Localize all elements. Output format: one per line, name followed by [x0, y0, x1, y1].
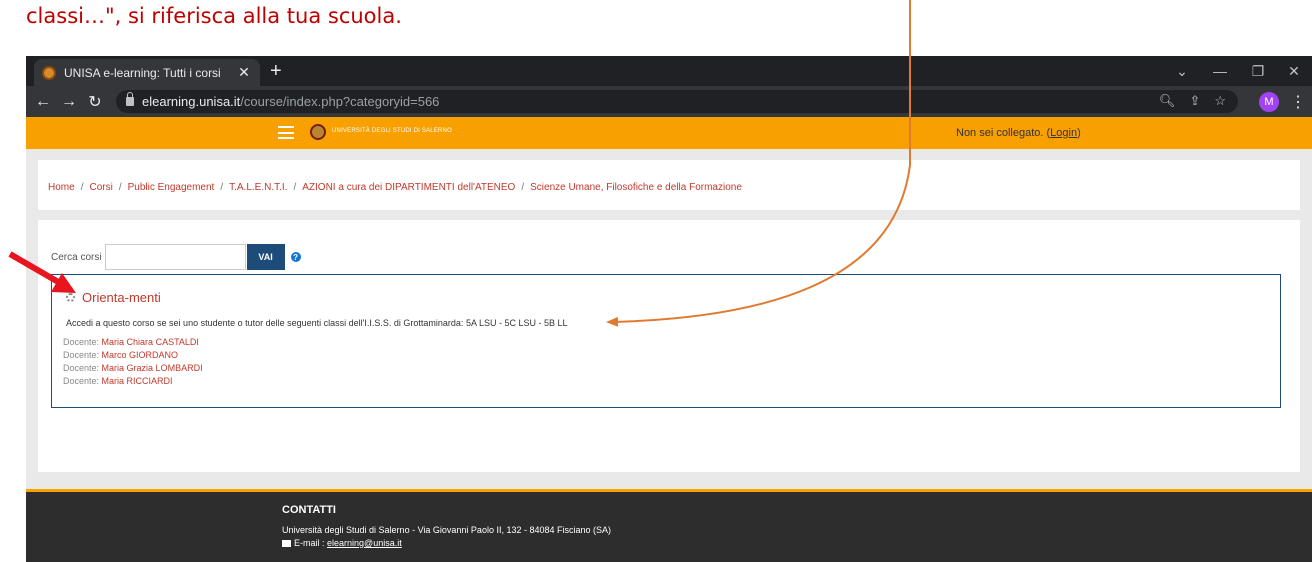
unisa-favicon-icon: [42, 65, 56, 80]
teacher-role: Docente:: [63, 350, 100, 360]
teacher-list: Docente: Maria Chiara CASTALDI Docente: …: [63, 336, 203, 388]
restore-icon[interactable]: ❐: [1240, 56, 1276, 86]
footer-email: E-mail : elearning@unisa.it: [282, 538, 402, 548]
browser-menu-icon[interactable]: ⋮: [1290, 92, 1306, 112]
email-label: E-mail :: [294, 538, 325, 548]
course-summary: Accedi a questo corso se sei uno student…: [66, 318, 568, 328]
breadcrumb-public-engagement[interactable]: Public Engagement: [128, 182, 215, 193]
teacher-item: Docente: Maria Chiara CASTALDI: [63, 336, 203, 349]
login-info: Non sei collegato. (Login): [956, 127, 1081, 139]
zoom-icon[interactable]: 🔍︎: [1159, 93, 1176, 109]
site-header: UNIVERSITÀ DEGLI STUDI DI SALERNO Non se…: [26, 117, 1312, 149]
breadcrumb-separator: /: [293, 182, 297, 193]
breadcrumb-scienze-umane[interactable]: Scienze Umane, Filosofiche e della Forma…: [530, 182, 742, 193]
footer-address: Università degli Studi di Salerno - Via …: [282, 525, 612, 535]
breadcrumb-azioni[interactable]: AZIONI a cura dei DIPARTIMENTI dell'ATEN…: [302, 182, 515, 193]
teacher-link[interactable]: Marco GIORDANO: [102, 350, 179, 360]
course-listing: Orienta-menti Accedi a questo corso se s…: [51, 274, 1281, 408]
teacher-link[interactable]: Maria Chiara CASTALDI: [102, 337, 199, 347]
email-link[interactable]: elearning@unisa.it: [327, 538, 402, 548]
profile-avatar[interactable]: M: [1259, 92, 1279, 112]
back-icon[interactable]: ←: [30, 93, 56, 111]
breadcrumb-corsi[interactable]: Corsi: [89, 182, 112, 193]
address-bar[interactable]: elearning.unisa.it/course/index.php?cate…: [116, 90, 1238, 113]
search-input[interactable]: [104, 244, 246, 270]
breadcrumb-separator: /: [220, 182, 224, 193]
course-search: Cerca corsi VAI ?: [51, 244, 301, 270]
login-suffix: ): [1077, 127, 1081, 139]
help-icon[interactable]: ?: [290, 252, 301, 262]
breadcrumb-home[interactable]: Home: [48, 182, 75, 193]
close-tab-icon[interactable]: ✕: [236, 64, 252, 81]
tab-search-icon[interactable]: ⌄: [1164, 56, 1200, 86]
browser-toolbar: ← → ↻ elearning.unisa.it/course/index.ph…: [26, 86, 1312, 117]
course-category-card: Cerca corsi VAI ? Orienta-menti Accedi a…: [38, 220, 1300, 472]
teacher-item: Docente: Maria RICCIARDI: [63, 375, 203, 388]
search-button[interactable]: VAI: [246, 244, 285, 270]
page-content: Home / Corsi / Public Engagement / T.A.L.E.N.T…: [26, 149, 1312, 494]
teacher-item: Docente: Maria Grazia LOMBARDI: [63, 362, 203, 375]
hamburger-menu-icon[interactable]: [278, 126, 294, 139]
breadcrumb-separator: /: [80, 182, 84, 193]
login-link[interactable]: Login: [1050, 127, 1077, 139]
tab-strip: UNISA e-learning: Tutti i corsi ✕ + ⌄ — …: [26, 56, 1312, 86]
login-prefix: Non sei collegato. (: [956, 127, 1051, 139]
search-label: Cerca corsi: [51, 251, 102, 263]
teacher-role: Docente:: [63, 363, 100, 373]
breadcrumb-separator: /: [118, 182, 122, 193]
breadcrumb-talenti[interactable]: T.A.L.E.N.T.I.: [229, 182, 287, 193]
teacher-role: Docente:: [63, 337, 100, 347]
browser-window: UNISA e-learning: Tutti i corsi ✕ + ⌄ — …: [26, 56, 1312, 562]
site-footer: CONTATTI Università degli Studi di Saler…: [26, 492, 1312, 562]
url-host: elearning.unisa.it: [142, 94, 241, 109]
tab-title: UNISA e-learning: Tutti i corsi: [64, 65, 221, 80]
teacher-link[interactable]: Maria RICCIARDI: [102, 376, 173, 386]
browser-tab[interactable]: UNISA e-learning: Tutti i corsi ✕: [34, 59, 260, 86]
share-icon[interactable]: ⇪: [1189, 93, 1200, 109]
lock-icon: [126, 92, 134, 106]
university-seal-logo[interactable]: [310, 124, 326, 140]
course-title-link[interactable]: Orienta-menti: [82, 290, 161, 305]
course-expand-icon[interactable]: [66, 293, 75, 302]
minimize-icon[interactable]: —: [1202, 56, 1238, 86]
university-logo-text[interactable]: UNIVERSITÀ DEGLI STUDI DI SALERNO: [332, 128, 452, 134]
teacher-item: Docente: Marco GIORDANO: [63, 349, 203, 362]
breadcrumb-separator: /: [521, 182, 525, 193]
close-window-icon[interactable]: ✕: [1276, 56, 1312, 86]
breadcrumb: Home / Corsi / Public Engagement / T.A.L.E.N.T…: [38, 160, 1300, 210]
teacher-role: Docente:: [63, 376, 100, 386]
bookmark-star-icon[interactable]: ☆: [1214, 93, 1226, 109]
document-caption: classi…", si riferisca alla tua scuola.: [26, 4, 402, 28]
reload-icon[interactable]: ↻: [82, 92, 108, 112]
footer-title: CONTATTI: [282, 504, 336, 516]
url-path: /course/index.php?categoryid=566: [240, 94, 440, 109]
new-tab-icon[interactable]: +: [270, 59, 282, 83]
envelope-icon: [282, 539, 291, 547]
forward-icon[interactable]: →: [56, 93, 82, 111]
course-title-row: Orienta-menti: [66, 290, 161, 305]
teacher-link[interactable]: Maria Grazia LOMBARDI: [102, 363, 203, 373]
